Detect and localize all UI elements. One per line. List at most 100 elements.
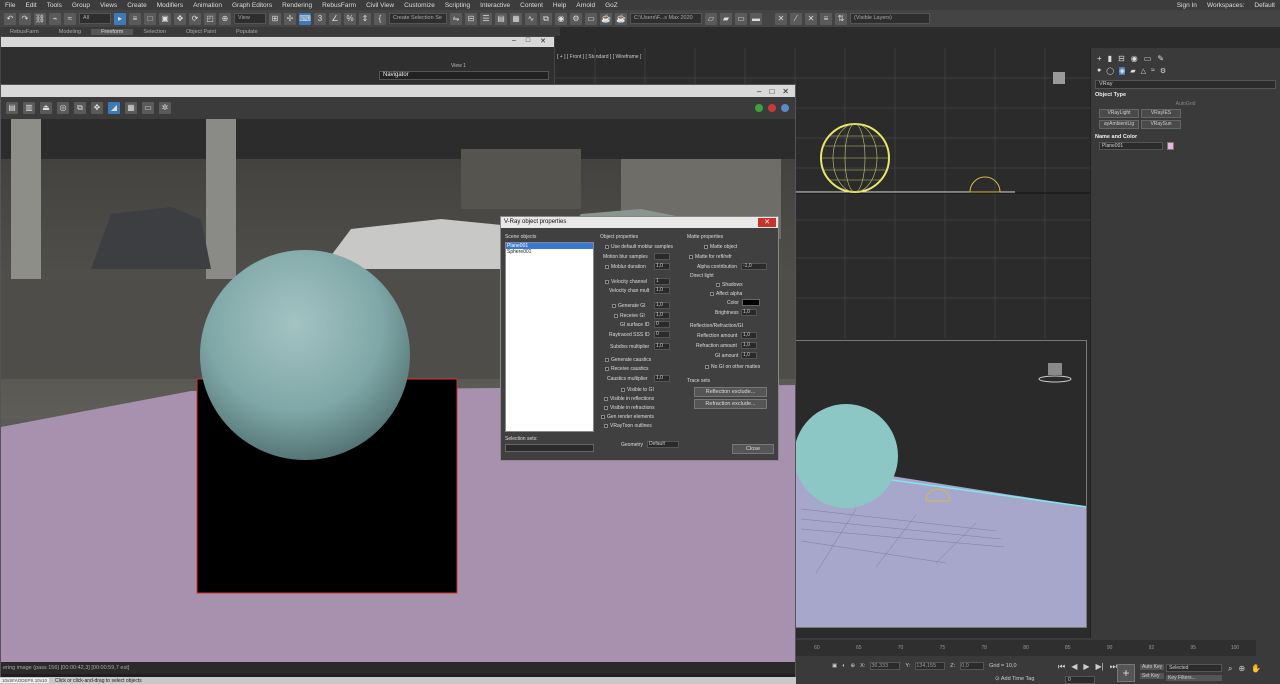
object-name-field[interactable]: Plane001	[1099, 142, 1163, 150]
receive-gi-spinner[interactable]: 1,0	[654, 312, 670, 319]
render-icon[interactable]	[755, 104, 763, 112]
menu-scripting[interactable]: Scripting	[440, 2, 475, 9]
previous-frame-icon[interactable]: ◀	[1071, 662, 1077, 672]
copy-icon[interactable]: ⧉	[74, 102, 86, 114]
schematic-view-icon[interactable]: ⧉	[540, 12, 552, 25]
tab-populate[interactable]: Populate	[226, 29, 268, 35]
tab-object-paint[interactable]: Object Paint	[176, 29, 226, 35]
light-type-dropdown[interactable]: VRay	[1095, 80, 1276, 89]
velocity-chan-mult-spinner[interactable]: 1,0	[654, 287, 670, 294]
selection-filter-dropdown[interactable]: All	[79, 13, 111, 24]
brightness-spinner[interactable]: 1,0	[741, 309, 757, 316]
display-correction-icon[interactable]: ▦	[125, 102, 137, 114]
save-all-icon[interactable]: ▥	[23, 102, 35, 114]
scene-explorer-icon[interactable]: ☰	[480, 12, 492, 25]
minimize-icon[interactable]: –	[512, 37, 516, 47]
generate-gi-spinner[interactable]: 1,0	[654, 302, 670, 309]
zoom-all-icon[interactable]: ⊕	[1238, 664, 1245, 674]
mirror-icon[interactable]: ⇋	[450, 12, 462, 25]
autogrid-checkbox[interactable]: AutoGrid	[1091, 101, 1280, 107]
menu-content[interactable]: Content	[515, 2, 548, 9]
close-icon[interactable]: ✕	[758, 218, 776, 227]
angle-snap-icon[interactable]: ∠	[329, 12, 341, 25]
velocity-channel-checkbox[interactable]	[605, 279, 609, 284]
add-time-tag[interactable]: ⊙ Add Time Tag	[995, 676, 1034, 682]
tab-modeling[interactable]: Modeling	[49, 29, 91, 35]
vraylight-button[interactable]: VRayLight	[1099, 109, 1139, 118]
lights-icon[interactable]: ◉	[1119, 67, 1126, 75]
key-set-dropdown[interactable]: Selected	[1166, 664, 1222, 672]
x-field[interactable]: 36,333	[870, 662, 901, 670]
refraction-amount-spinner[interactable]: 1,0	[741, 342, 757, 349]
maxscript-listener[interactable]: 10xSFAODEPS 10x10	[0, 678, 50, 683]
utilities-tab-icon[interactable]: ✎	[1157, 54, 1164, 63]
gi-surface-id-spinner[interactable]: 0	[654, 321, 670, 328]
helpers-icon[interactable]: △	[1141, 67, 1146, 75]
project-path-dropdown[interactable]: C:\Users\F...s Max 2020	[630, 13, 702, 24]
lens-effects-icon[interactable]: ✲	[159, 102, 171, 114]
vraytoon-outlines-checkbox[interactable]	[604, 423, 608, 428]
object-type-rollout[interactable]: Object Type	[1095, 92, 1276, 98]
menu-create[interactable]: Create	[122, 2, 152, 9]
set-key-big-icon[interactable]: +	[1117, 664, 1135, 682]
object-color-swatch[interactable]	[1167, 142, 1174, 150]
receive-caustics-checkbox[interactable]	[605, 366, 609, 371]
motion-tab-icon[interactable]: ◉	[1131, 54, 1138, 63]
project-folder-icon[interactable]: ▭	[735, 12, 747, 25]
go-to-start-icon[interactable]: ⏮	[1058, 662, 1065, 672]
gi-amount-spinner[interactable]: 1,0	[741, 352, 757, 359]
layer-explorer-icon[interactable]: ▤	[495, 12, 507, 25]
menu-help[interactable]: Help	[548, 2, 571, 9]
stop-render-icon[interactable]	[768, 104, 776, 112]
percent-snap-icon[interactable]: %	[344, 12, 356, 25]
z-field[interactable]: 0,0	[960, 662, 985, 670]
select-object-icon[interactable]: ▸	[114, 12, 126, 25]
load-image-icon[interactable]: ⏏	[40, 102, 52, 114]
pixel-info-icon[interactable]: ▭	[142, 102, 154, 114]
rotate-icon[interactable]: ⟳	[189, 12, 201, 25]
unlink-icon[interactable]: ⌁	[49, 12, 61, 25]
layer-stack-icon[interactable]: ≡	[820, 12, 832, 25]
menu-rebusfarm[interactable]: RebusFarm	[317, 2, 361, 9]
current-frame-field[interactable]: 0	[1065, 676, 1095, 684]
receive-gi-checkbox[interactable]	[614, 313, 618, 318]
reference-coordinate-dropdown[interactable]: View	[234, 13, 266, 24]
timeline-ruler[interactable]: 60 65 70 75 78 80 85 90 92 95 100	[796, 640, 1256, 656]
render-iterative-icon[interactable]: ☕	[615, 12, 627, 25]
move-icon[interactable]: ✥	[174, 12, 186, 25]
hierarchy-tab-icon[interactable]: ⊟	[1118, 54, 1125, 63]
rectangular-selection-icon[interactable]: □	[144, 12, 156, 25]
reflection-exclude-button[interactable]: Reflection exclude...	[694, 387, 767, 397]
region-render-icon[interactable]: ◢	[108, 102, 120, 114]
toggle-ribbon-icon[interactable]: ▦	[510, 12, 522, 25]
freeze-icon[interactable]: ✕	[775, 12, 787, 25]
moblur-duration-checkbox[interactable]	[605, 264, 609, 269]
bind-space-warp-icon[interactable]: ≈	[64, 12, 76, 25]
link-icon[interactable]: ⛓	[34, 12, 46, 25]
vrayambientlight-button[interactable]: ayAmbientLig	[1099, 120, 1139, 129]
sign-in-link[interactable]: Sign In	[1172, 2, 1202, 9]
render-production-icon[interactable]: ☕	[600, 12, 612, 25]
auto-key-button[interactable]: Auto Key	[1140, 664, 1165, 670]
menu-customize[interactable]: Customize	[399, 2, 440, 9]
scene-objects-list[interactable]: Plane001 Sphere001	[505, 242, 594, 432]
cameras-icon[interactable]: ▰	[1130, 67, 1135, 75]
motion-blur-samples-spinner[interactable]	[654, 253, 670, 260]
shadow-color-swatch[interactable]	[742, 299, 760, 306]
tab-selection[interactable]: Selection	[133, 29, 176, 35]
menu-graph-editors[interactable]: Graph Editors	[227, 2, 277, 9]
menu-views[interactable]: Views	[95, 2, 122, 9]
shadows-checkbox[interactable]	[716, 282, 720, 287]
menu-goz[interactable]: GoZ	[600, 2, 623, 9]
absolute-mode-icon[interactable]: ⊕	[851, 663, 856, 669]
close-icon[interactable]: ✕	[540, 37, 546, 47]
spinner-snap-icon[interactable]: ⇕	[359, 12, 371, 25]
minimize-icon[interactable]: –	[757, 87, 761, 96]
hide-icon[interactable]: ⁄	[790, 12, 802, 25]
generate-caustics-checkbox[interactable]	[605, 357, 609, 362]
layers-dropdown[interactable]: (Visible Layers)	[850, 13, 930, 24]
refraction-exclude-button[interactable]: Refraction exclude...	[694, 399, 767, 409]
unfreeze-icon[interactable]: ✕	[805, 12, 817, 25]
geometry-dropdown[interactable]: Default	[647, 441, 679, 448]
moblur-duration-spinner[interactable]: 1,0	[654, 263, 670, 270]
